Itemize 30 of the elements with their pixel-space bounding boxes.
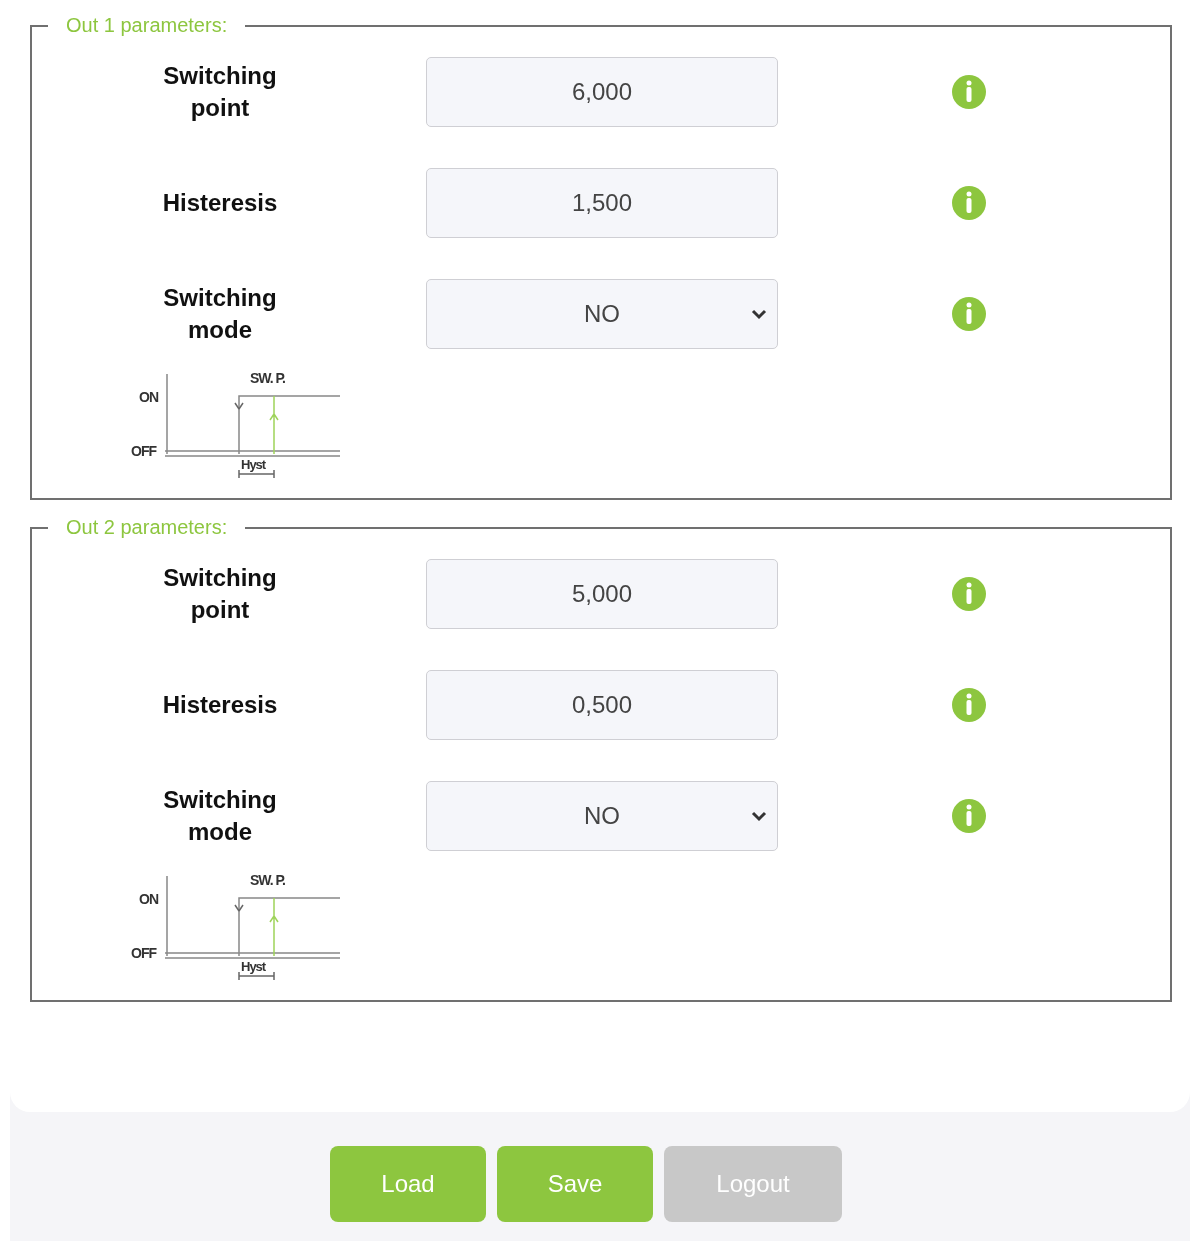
field-label: Histeresis	[161, 188, 279, 218]
on-label: ON	[139, 891, 158, 907]
on-label: ON	[139, 389, 158, 405]
value-field[interactable]: 1,500	[426, 168, 778, 238]
value-field[interactable]: 0,500	[426, 670, 778, 740]
field-label: Switching mode	[162, 283, 278, 345]
value-field[interactable]: 5,000	[426, 559, 778, 629]
panel-legend: Out 2 parameters:	[48, 516, 246, 539]
switching-point-label: SW. P.	[250, 872, 285, 888]
mode-select[interactable]: NO	[426, 781, 778, 851]
off-label: OFF	[131, 945, 156, 961]
field-label: Switching point	[162, 61, 278, 123]
field-label: Switching mode	[162, 785, 278, 847]
info-icon[interactable]	[952, 799, 986, 833]
value-field[interactable]: 6,000	[426, 57, 778, 127]
hysteresis-label: Hyst	[241, 959, 266, 974]
field-label: Histeresis	[161, 690, 279, 720]
info-icon[interactable]	[952, 297, 986, 331]
info-icon[interactable]	[952, 688, 986, 722]
field-label: Switching point	[162, 563, 278, 625]
mode-select[interactable]: NO	[426, 279, 778, 349]
chevron-icon	[751, 308, 767, 320]
off-label: OFF	[131, 443, 156, 459]
switching-point-label: SW. P.	[250, 370, 285, 386]
info-icon[interactable]	[952, 75, 986, 109]
hysteresis-label: Hyst	[241, 457, 266, 472]
info-icon[interactable]	[952, 577, 986, 611]
info-icon[interactable]	[952, 186, 986, 220]
chevron-icon	[751, 810, 767, 822]
panel-legend: Out 1 parameters:	[48, 14, 246, 37]
